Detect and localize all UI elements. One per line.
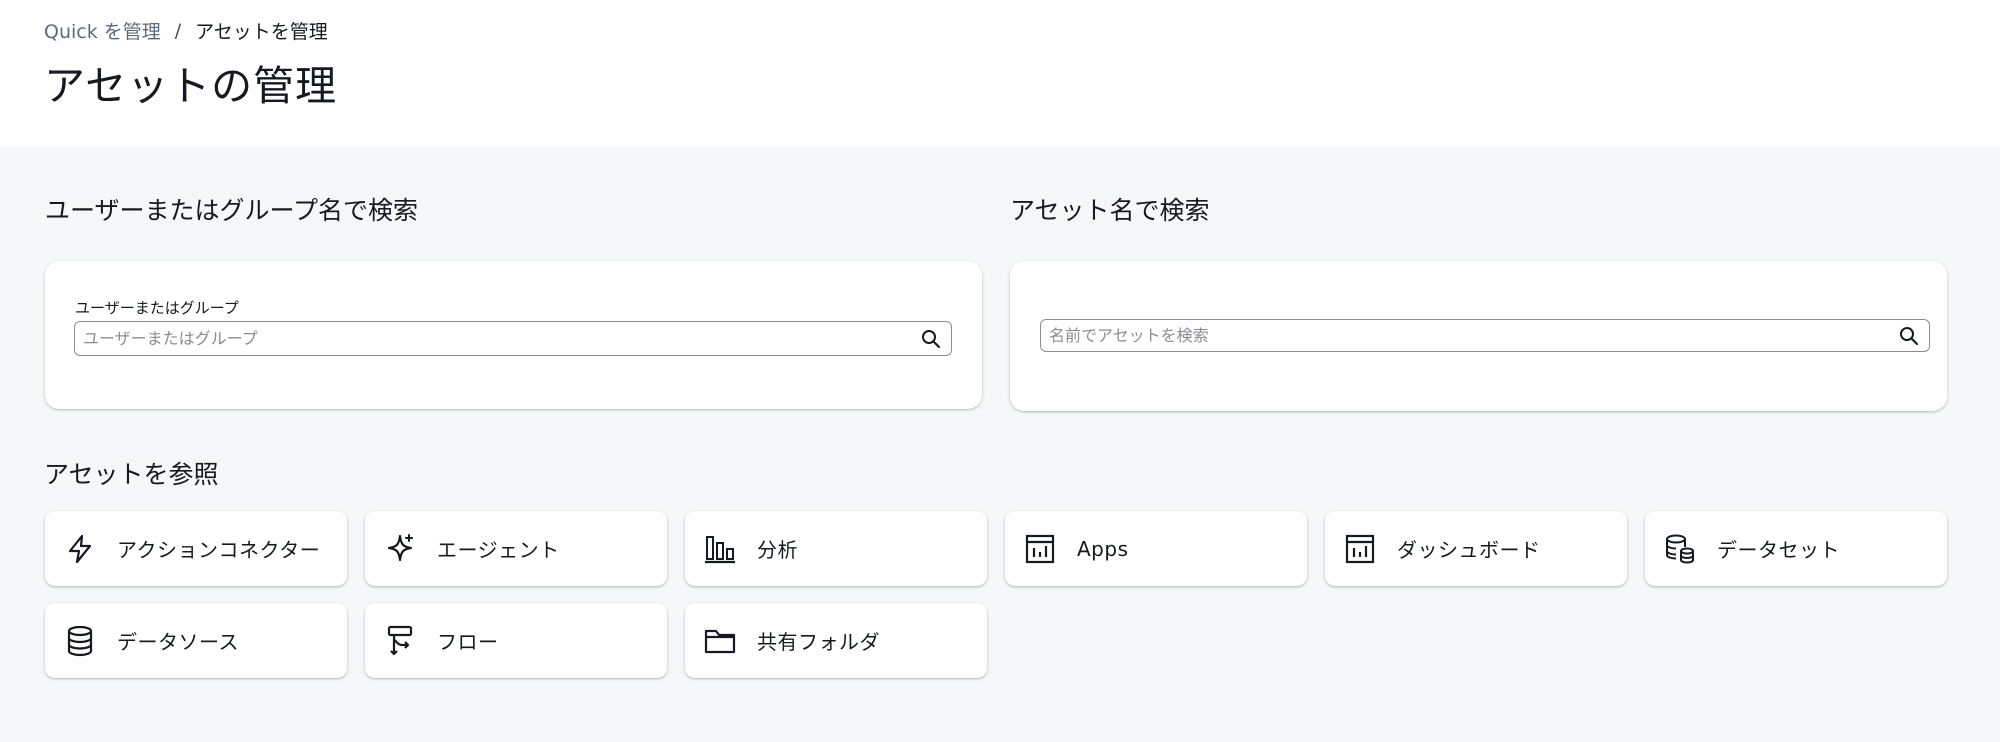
tile-shared-folders[interactable]: 共有フォルダ [685,603,987,678]
user-search-heading: ユーザーまたはグループ名で検索 [45,196,419,225]
breadcrumb-separator: / [174,19,182,42]
tile-label: ダッシュボード [1397,538,1541,562]
tile-agents[interactable]: エージェント [365,511,667,586]
user-search-label: ユーザーまたはグループ [75,299,239,317]
tile-label: 分析 [757,538,798,562]
tile-label: Apps [1077,536,1129,561]
sparkle-icon [383,532,417,566]
tile-flows[interactable]: フロー [365,603,667,678]
tile-label: 共有フォルダ [757,630,880,654]
tile-label: データセット [1717,538,1840,562]
asset-search-field [1040,319,1930,352]
asset-search-card [1010,261,1947,411]
dataset-icon [1663,532,1697,566]
folder-icon [703,624,737,658]
dashboard-icon [1343,532,1377,566]
tile-data-sources[interactable]: データソース [45,603,347,678]
tile-label: フロー [437,630,499,654]
user-search-card: ユーザーまたはグループ [45,261,982,409]
breadcrumb: Quick を管理 / アセットを管理 [44,17,328,44]
tile-label: アクションコネクター [117,538,321,562]
tile-dashboards[interactable]: ダッシュボード [1325,511,1627,586]
tile-apps[interactable]: Apps [1005,511,1307,586]
bar-chart-icon [703,532,737,566]
breadcrumb-link-manage-quick[interactable]: Quick を管理 [44,17,161,44]
user-search-field [74,321,952,356]
page-title: アセットの管理 [44,62,338,110]
asset-search-input[interactable] [1041,320,1889,351]
search-icon[interactable] [1889,320,1929,351]
tile-action-connectors[interactable]: アクションコネクター [45,511,347,586]
user-search-input[interactable] [75,322,911,355]
browse-assets-heading: アセットを参照 [44,460,219,489]
apps-icon [1023,532,1057,566]
page-header: Quick を管理 / アセットを管理 アセットの管理 [0,0,2000,147]
flow-icon [383,624,417,658]
search-icon[interactable] [911,322,951,355]
asset-search-heading: アセット名で検索 [1010,196,1210,225]
database-icon [63,624,97,658]
tile-analyses[interactable]: 分析 [685,511,987,586]
tile-label: データソース [117,630,239,654]
lightning-icon [63,532,97,566]
tile-datasets[interactable]: データセット [1645,511,1947,586]
tile-label: エージェント [437,538,560,562]
breadcrumb-current: アセットを管理 [195,21,328,43]
